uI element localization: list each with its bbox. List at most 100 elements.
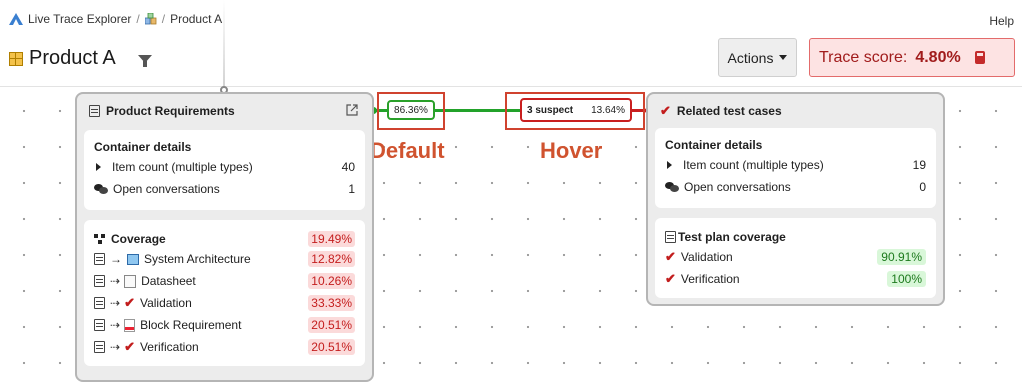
container-icon bbox=[94, 275, 105, 287]
conversation-icon bbox=[665, 182, 679, 192]
annotation-hover: Hover bbox=[540, 138, 603, 163]
test-plan-row[interactable]: ✔ Verification 100% bbox=[665, 268, 926, 290]
coverage-total: 19.49% bbox=[308, 231, 355, 247]
breadcrumb: Live Trace Explorer / / Product A bbox=[9, 12, 222, 26]
coverage-row[interactable]: ⇢ ✔ Validation 33.33% bbox=[94, 292, 355, 314]
test-plan-value: 90.91% bbox=[877, 249, 926, 265]
checkmark-icon: ✔ bbox=[124, 339, 135, 354]
caret-down-icon bbox=[779, 55, 788, 60]
coverage-row[interactable]: ⇢ Block Requirement 20.51% bbox=[94, 314, 355, 336]
architecture-icon bbox=[127, 253, 139, 265]
block-requirement-icon bbox=[124, 318, 136, 332]
test-plan-title: Test plan coverage bbox=[678, 230, 786, 244]
breadcrumb-separator: / bbox=[136, 12, 140, 26]
checkmark-icon: ✔ bbox=[665, 271, 676, 286]
project-icon bbox=[144, 13, 157, 25]
test-plan-label: Validation bbox=[680, 250, 733, 264]
test-plan-section: Test plan coverage ✔ Validation 90.91% ✔ V… bbox=[655, 218, 936, 298]
coverage-row[interactable]: → System Architecture 12.82% bbox=[94, 248, 355, 270]
coverage-value: 10.26% bbox=[308, 273, 355, 289]
container-icon bbox=[94, 341, 105, 353]
container-details-section: Container details Item count (multiple t… bbox=[84, 130, 365, 210]
breadcrumb-separator: / bbox=[161, 12, 166, 26]
node-title: Related test cases bbox=[676, 104, 782, 118]
container-details-section: Container details Item count (multiple t… bbox=[655, 128, 936, 208]
item-count-value: 19 bbox=[912, 158, 926, 172]
open-external-icon[interactable] bbox=[346, 104, 358, 116]
open-conversations-value: 0 bbox=[919, 180, 926, 194]
downstream-arrow-icon: → bbox=[110, 252, 122, 266]
trace-score-value: 4.80% bbox=[915, 48, 961, 66]
container-icon bbox=[94, 297, 105, 309]
coverage-value: 33.33% bbox=[308, 295, 355, 311]
coverage-header-row[interactable]: Coverage 19.49% bbox=[94, 230, 355, 248]
expand-icon[interactable] bbox=[667, 161, 672, 169]
coverage-label: Validation bbox=[139, 296, 192, 310]
dashed-arrow-icon: ⇢ bbox=[110, 296, 120, 310]
item-count-row[interactable]: Item count (multiple types) 19 bbox=[665, 154, 926, 176]
node-product-requirements[interactable]: Product Requirements Container details I… bbox=[75, 92, 374, 382]
open-conversations-row[interactable]: Open conversations 1 bbox=[94, 178, 355, 200]
actions-button[interactable]: Actions bbox=[718, 38, 797, 77]
dashed-arrow-icon: ⇢ bbox=[110, 340, 120, 354]
open-conversations-label: Open conversations bbox=[113, 182, 220, 196]
annotation-box-default bbox=[377, 92, 445, 130]
actions-button-label: Actions bbox=[727, 49, 774, 66]
coverage-value: 20.51% bbox=[308, 317, 355, 333]
annotation-default: Default bbox=[370, 138, 445, 163]
datasheet-icon bbox=[124, 274, 137, 288]
coverage-section: Coverage 19.49% → System Architecture 12.… bbox=[84, 220, 365, 366]
coverage-value: 12.82% bbox=[308, 251, 355, 267]
item-count-row[interactable]: Item count (multiple types) 40 bbox=[94, 156, 355, 178]
filter-icon[interactable] bbox=[137, 54, 152, 67]
trace-score-badge[interactable]: Trace score: 4.80% bbox=[809, 38, 1015, 77]
container-icon bbox=[94, 253, 105, 265]
test-plan-row[interactable]: ✔ Validation 90.91% bbox=[665, 246, 926, 268]
open-conversations-value: 1 bbox=[348, 182, 355, 196]
breadcrumb-app[interactable]: Live Trace Explorer bbox=[28, 12, 131, 26]
container-icon bbox=[94, 319, 105, 331]
app-logo-icon bbox=[9, 13, 23, 25]
coverage-label: Datasheet bbox=[141, 274, 196, 288]
container-details-title: Container details bbox=[94, 140, 192, 154]
breadcrumb-project[interactable]: Product A bbox=[170, 12, 222, 26]
test-plan-label: Verification bbox=[680, 272, 740, 286]
checkmark-icon: ✔ bbox=[124, 295, 135, 310]
node-title: Product Requirements bbox=[106, 104, 235, 118]
item-count-label: Item count (multiple types) bbox=[683, 158, 824, 172]
node-header[interactable]: Product Requirements bbox=[77, 94, 372, 128]
top-connector-line bbox=[223, 0, 225, 88]
container-icon bbox=[89, 105, 100, 117]
test-plan-header-row: Test plan coverage bbox=[665, 228, 926, 246]
item-count-label: Item count (multiple types) bbox=[112, 160, 253, 174]
node-related-test-cases[interactable]: ✔ Related test cases Container details I… bbox=[646, 92, 945, 306]
open-conversations-label: Open conversations bbox=[684, 180, 791, 194]
checkmark-icon: ✔ bbox=[665, 249, 676, 264]
node-header[interactable]: ✔ Related test cases bbox=[648, 94, 943, 128]
coverage-label: Verification bbox=[139, 340, 199, 354]
test-plan-value: 100% bbox=[887, 271, 926, 287]
page-title-text: Product A bbox=[29, 47, 116, 69]
page-title: Product A bbox=[9, 47, 152, 70]
relationship-tree-icon bbox=[94, 234, 106, 244]
open-conversations-row[interactable]: Open conversations 0 bbox=[665, 176, 926, 198]
conversation-icon bbox=[94, 184, 108, 194]
coverage-label: Block Requirement bbox=[140, 318, 242, 332]
coverage-label: System Architecture bbox=[144, 252, 251, 266]
annotation-box-hover bbox=[505, 92, 645, 130]
expand-icon[interactable] bbox=[96, 163, 101, 171]
coverage-row[interactable]: ⇢ ✔ Verification 20.51% bbox=[94, 336, 355, 358]
item-count-value: 40 bbox=[341, 160, 355, 174]
dashed-arrow-icon: ⇢ bbox=[110, 318, 120, 332]
coverage-row[interactable]: ⇢ Datasheet 10.26% bbox=[94, 270, 355, 292]
coverage-title: Coverage bbox=[111, 232, 166, 246]
trace-score-label: Trace score: bbox=[819, 48, 908, 66]
coverage-value: 20.51% bbox=[308, 339, 355, 355]
top-bar: Live Trace Explorer / / Product A Help P… bbox=[0, 0, 1022, 87]
project-grid-icon bbox=[9, 51, 23, 66]
help-link[interactable]: Help bbox=[989, 14, 1014, 28]
dashed-arrow-icon: ⇢ bbox=[110, 274, 120, 288]
test-plan-icon bbox=[665, 231, 676, 243]
checkmark-icon: ✔ bbox=[660, 103, 671, 118]
container-details-title: Container details bbox=[665, 138, 763, 152]
